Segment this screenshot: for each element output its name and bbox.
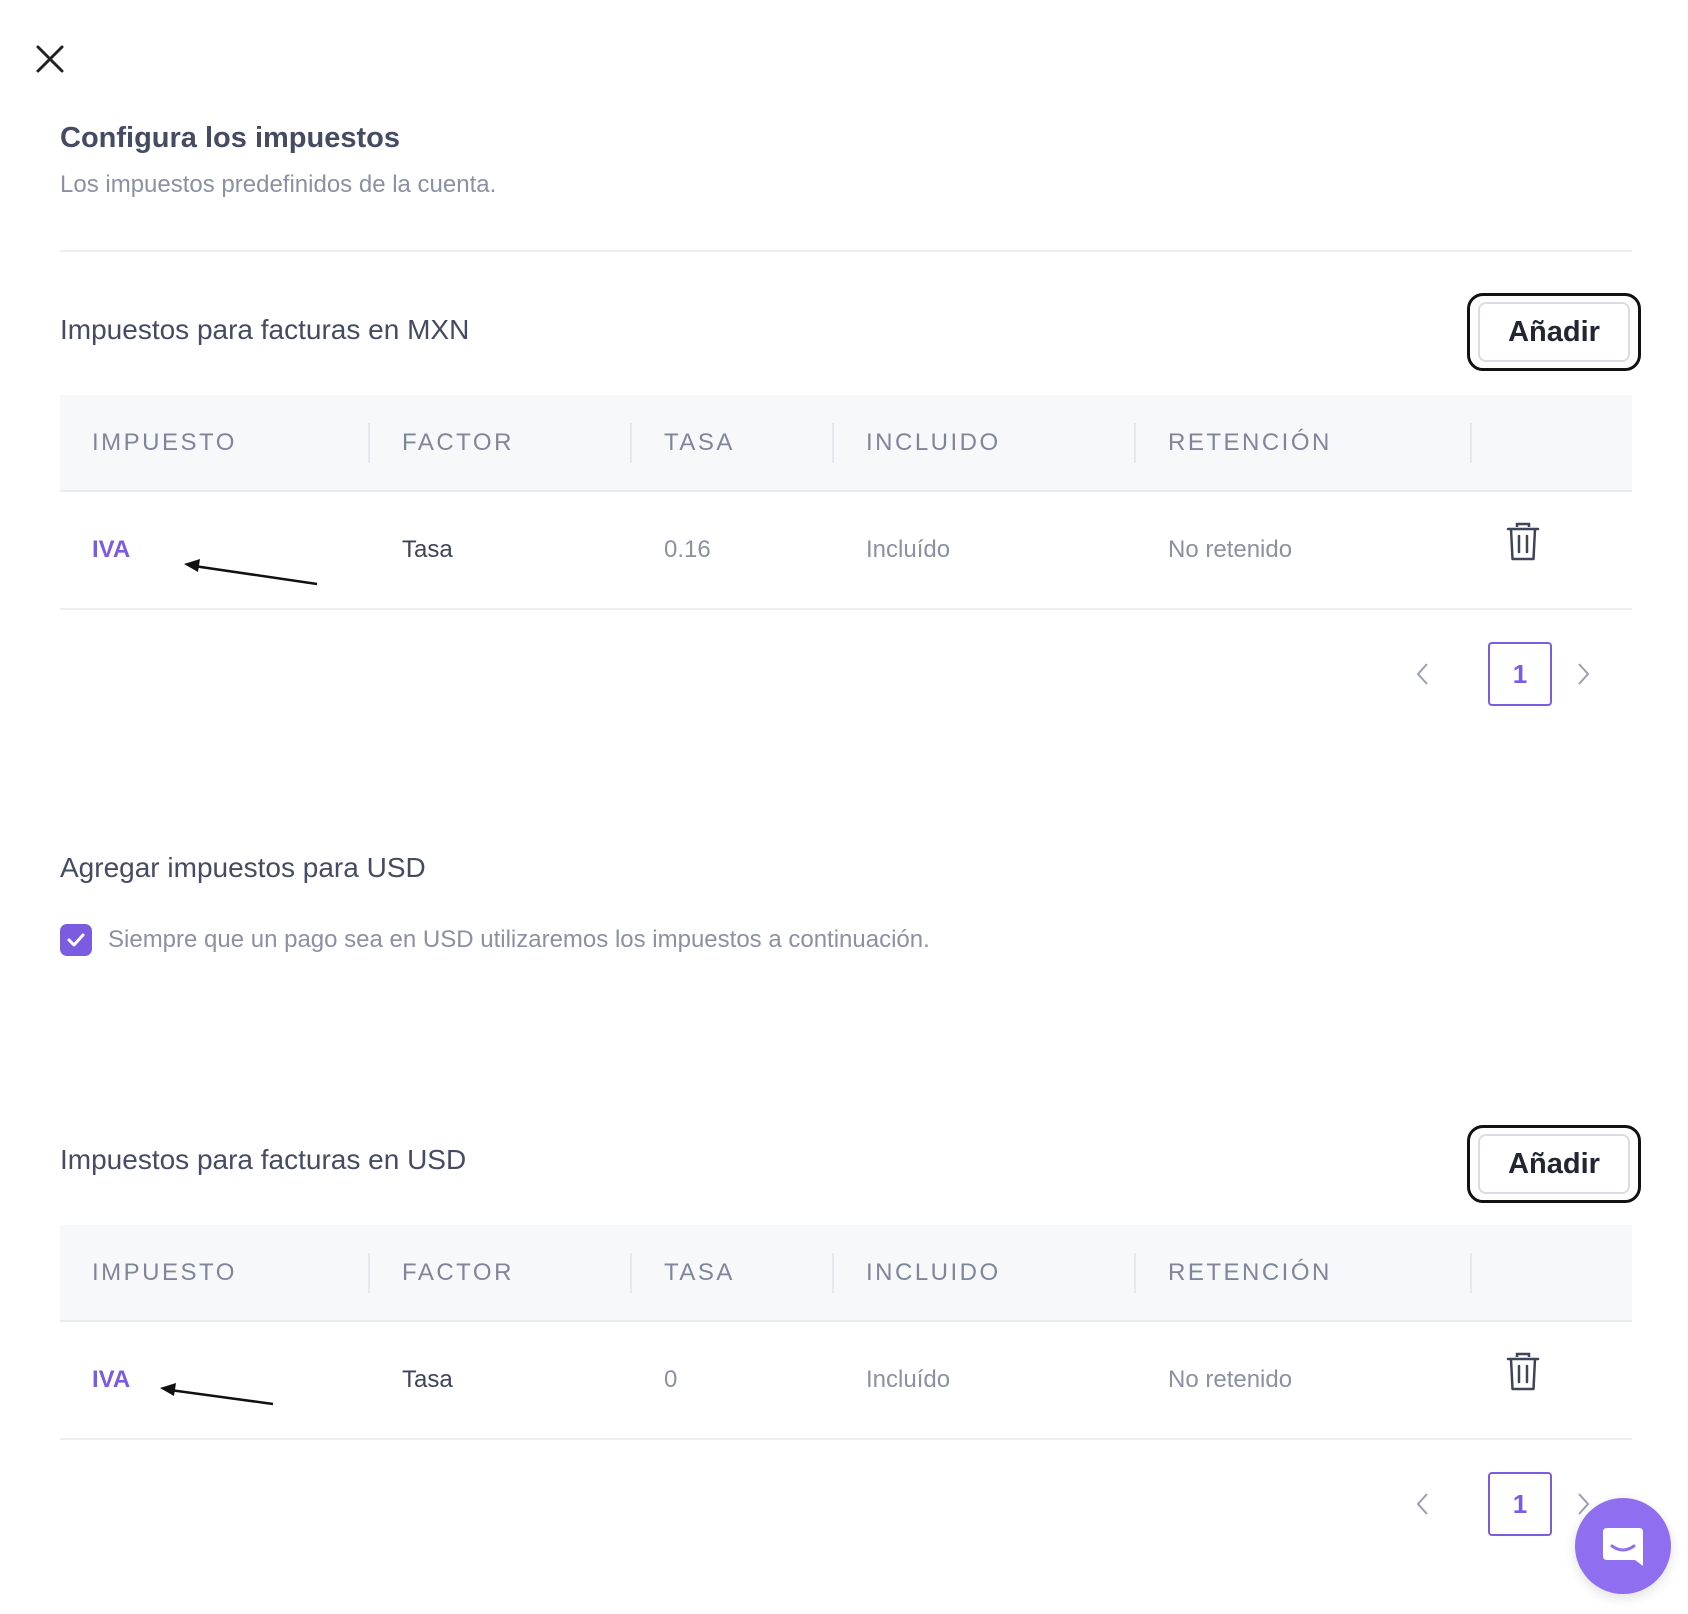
column-header-retencion: RETENCIÓN bbox=[1168, 1258, 1332, 1286]
chat-launcher-button[interactable] bbox=[1575, 1498, 1671, 1594]
column-header-factor: FACTOR bbox=[402, 1258, 514, 1286]
tax-name-link[interactable]: IVA bbox=[92, 492, 130, 608]
column-header-impuesto: IMPUESTO bbox=[92, 1258, 237, 1286]
close-button[interactable] bbox=[34, 43, 66, 75]
usd-add-button[interactable]: Añadir bbox=[1467, 1125, 1641, 1203]
tax-name-link[interactable]: IVA bbox=[92, 1322, 130, 1438]
usd-section-title: Impuestos para facturas en USD bbox=[60, 1144, 467, 1175]
arrow-annotation bbox=[160, 1383, 274, 1406]
column-header-tasa: TASA bbox=[664, 1258, 735, 1286]
tax-included: Incluído bbox=[866, 1366, 951, 1393]
column-separator bbox=[368, 423, 370, 463]
column-separator bbox=[832, 1253, 834, 1293]
delete-tax-button[interactable] bbox=[1506, 522, 1540, 562]
tax-included: Incluído bbox=[866, 536, 951, 563]
column-separator bbox=[832, 423, 834, 463]
column-separator bbox=[630, 1253, 632, 1293]
tax-factor: Tasa bbox=[402, 1366, 453, 1393]
chevron-left-icon bbox=[1416, 663, 1428, 685]
check-icon bbox=[67, 933, 85, 947]
column-header-impuesto: IMPUESTO bbox=[92, 428, 237, 456]
chat-icon bbox=[1603, 1528, 1643, 1566]
pagination-page-1[interactable]: 1 bbox=[1488, 642, 1552, 706]
trash-icon bbox=[1506, 522, 1540, 561]
mxn-table-header: IMPUESTO FACTOR TASA INCLUIDO RETENCIÓN bbox=[60, 395, 1632, 492]
usd-taxes-checkbox[interactable] bbox=[60, 924, 92, 956]
column-separator bbox=[1134, 1253, 1136, 1293]
trash-icon bbox=[1506, 1352, 1540, 1391]
chevron-left-icon bbox=[1416, 1493, 1428, 1515]
usd-toggle-title: Agregar impuestos para USD bbox=[60, 852, 426, 883]
tax-rate: 0.16 bbox=[664, 536, 711, 563]
mxn-add-button[interactable]: Añadir bbox=[1467, 293, 1641, 371]
page-subtitle: Los impuestos predefinidos de la cuenta. bbox=[60, 171, 497, 198]
arrow-annotation bbox=[184, 559, 318, 586]
column-header-retencion: RETENCIÓN bbox=[1168, 428, 1332, 456]
pagination-next-button[interactable] bbox=[1568, 659, 1598, 689]
chevron-right-icon bbox=[1578, 663, 1590, 685]
usd-table-header: IMPUESTO FACTOR TASA INCLUIDO RETENCIÓN bbox=[60, 1225, 1632, 1322]
mxn-add-button-label: Añadir bbox=[1478, 302, 1630, 362]
page-title: Configura los impuestos bbox=[60, 122, 400, 154]
column-header-factor: FACTOR bbox=[402, 428, 514, 456]
column-header-tasa: TASA bbox=[664, 428, 735, 456]
pagination-prev-button[interactable] bbox=[1408, 659, 1438, 689]
tax-factor: Tasa bbox=[402, 536, 453, 563]
table-row: IVA Tasa 0 Incluído No retenido bbox=[60, 1322, 1632, 1440]
usd-taxes-checkbox-label: Siempre que un pago sea en USD utilizare… bbox=[108, 926, 930, 953]
column-separator bbox=[630, 423, 632, 463]
mxn-section-title: Impuestos para facturas en MXN bbox=[60, 314, 470, 345]
delete-tax-button[interactable] bbox=[1506, 1352, 1540, 1392]
column-separator bbox=[1470, 1253, 1472, 1293]
tax-retention: No retenido bbox=[1168, 536, 1293, 563]
column-header-incluido: INCLUIDO bbox=[866, 1258, 1001, 1286]
usd-add-button-label: Añadir bbox=[1478, 1134, 1630, 1194]
pagination-prev-button[interactable] bbox=[1408, 1489, 1438, 1519]
close-icon bbox=[36, 45, 64, 73]
pagination-page-1[interactable]: 1 bbox=[1488, 1472, 1552, 1536]
column-separator bbox=[1134, 423, 1136, 463]
tax-retention: No retenido bbox=[1168, 1366, 1293, 1393]
header-divider bbox=[60, 250, 1632, 252]
usd-tax-table: IMPUESTO FACTOR TASA INCLUIDO RETENCIÓN … bbox=[60, 1225, 1632, 1440]
column-separator bbox=[1470, 423, 1472, 463]
column-separator bbox=[368, 1253, 370, 1293]
tax-rate: 0 bbox=[664, 1366, 678, 1393]
column-header-incluido: INCLUIDO bbox=[866, 428, 1001, 456]
